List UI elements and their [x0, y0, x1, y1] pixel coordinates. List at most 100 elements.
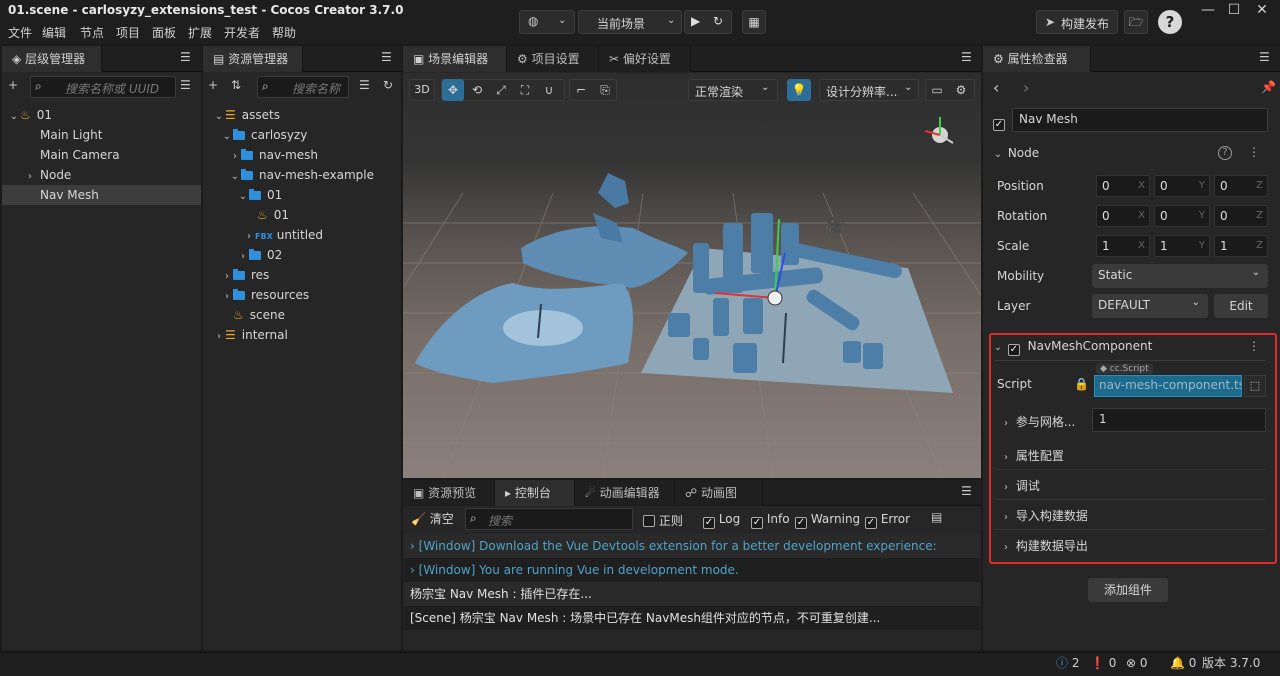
scale-x-input[interactable]: 1X — [1096, 235, 1150, 257]
play-icon[interactable]: ▶ — [691, 14, 700, 28]
assets-search-input[interactable]: ⌕ 搜索名称 — [257, 76, 349, 98]
move-tool-icon[interactable]: ✥ — [442, 79, 464, 101]
add-component-button[interactable]: 添加组件 — [1088, 578, 1168, 602]
scene-viewport[interactable]: 🎥 3D ✥ ⟲ ⤢ ⛶ ∪ ⌐ ⎘ 正常渲染 ⌄ 💡 设计分辨率... ⌄ ▭… — [403, 73, 981, 478]
scale-z-input[interactable]: 1Z — [1214, 235, 1268, 257]
console-line[interactable]: › [Window] Download the Vue Devtools ext… — [404, 534, 980, 558]
log-checkbox[interactable]: ✓ Log — [703, 512, 740, 529]
tree-item[interactable]: › resources — [221, 285, 309, 305]
console-search-input[interactable]: ⌕ 搜索 — [465, 508, 633, 530]
console-line[interactable]: [Scene] 杨宗宝 Nav Mesh : 场景中已存在 NavMesh组件对… — [404, 606, 980, 630]
position-y-input[interactable]: 0Y — [1154, 175, 1210, 197]
status-error[interactable]: ⊗ 0 — [1126, 654, 1148, 676]
minimize-icon[interactable]: — — [1198, 2, 1218, 18]
magnet-icon[interactable]: ∪ — [538, 79, 560, 101]
param-input[interactable]: 1 — [1092, 408, 1266, 432]
render-mode-select[interactable]: 正常渲染 ⌄ — [688, 79, 778, 101]
tab-animation-graph[interactable]: ☍ 动画图 — [675, 480, 763, 506]
help-icon[interactable]: ? — [1218, 146, 1232, 160]
tab-console[interactable]: ▸ 控制台 — [495, 480, 575, 506]
menu-edit[interactable]: 编辑 — [42, 24, 66, 41]
tree-item[interactable]: › nav-mesh — [229, 145, 318, 165]
menu-file[interactable]: 文件 — [8, 24, 32, 41]
close-icon[interactable]: ✕ — [1252, 2, 1272, 18]
rotation-y-input[interactable]: 0Y — [1154, 205, 1210, 227]
info-checkbox[interactable]: ✓ Info — [751, 512, 790, 529]
tree-item[interactable]: Main Light — [2, 125, 201, 145]
build-publish-button[interactable]: ➤ 构建发布 — [1036, 10, 1118, 34]
document-icon[interactable]: ▤ — [931, 510, 942, 524]
menu-panel[interactable]: 面板 — [152, 24, 176, 41]
status-notification[interactable]: 🔔 0 — [1170, 654, 1196, 676]
tab-project-settings[interactable]: ⚙ 项目设置 — [507, 46, 599, 72]
tree-item[interactable]: › FBX untitled — [243, 225, 323, 245]
tab-preferences[interactable]: ✂ 偏好设置 — [599, 46, 691, 72]
rotate-tool-icon[interactable]: ⟲ — [466, 79, 488, 101]
tab-hierarchy[interactable]: ◈ 层级管理器 — [2, 46, 102, 72]
tree-item[interactable]: ⌄ carlosyzy — [221, 125, 308, 145]
menu-help[interactable]: 帮助 — [272, 24, 296, 41]
tab-assets[interactable]: ▤ 资源管理器 — [203, 46, 303, 72]
toggle-3d-button[interactable]: 3D — [409, 79, 435, 101]
tab-animation-editor[interactable]: ☄ 动画编辑器 — [575, 480, 675, 506]
console-line[interactable]: › [Window] You are running Vue in develo… — [404, 558, 980, 582]
tree-item[interactable]: ⌄ nav-mesh-example — [229, 165, 374, 185]
tree-item[interactable]: › 02 — [237, 245, 282, 265]
warning-checkbox[interactable]: ✓ Warning — [795, 512, 860, 529]
layer-edit-button[interactable]: Edit — [1214, 294, 1268, 318]
forward-arrow-icon[interactable]: › — [1023, 78, 1029, 97]
pick-script-icon[interactable]: ⬚ — [1244, 375, 1266, 397]
tree-item[interactable]: ⌄ ☰ assets — [213, 105, 280, 125]
menu-extension[interactable]: 扩展 — [188, 24, 212, 41]
tree-item[interactable]: ♨ scene — [233, 305, 285, 325]
tree-item[interactable]: › Node — [2, 165, 201, 185]
help-icon[interactable]: ? — [1158, 10, 1182, 34]
position-z-input[interactable]: 0Z — [1214, 175, 1268, 197]
platform-select[interactable]: ◍ ⌄ — [519, 10, 575, 34]
tree-item-selected[interactable]: Nav Mesh — [2, 185, 201, 205]
scene-select[interactable]: 当前场景 ⌄ — [578, 10, 682, 34]
rotation-x-input[interactable]: 0X — [1096, 205, 1150, 227]
refresh-icon[interactable]: ↻ — [383, 78, 393, 92]
more-vertical-icon[interactable]: ⋮ — [1248, 145, 1260, 159]
tree-item[interactable]: › ☰ internal — [213, 325, 288, 345]
list-icon[interactable]: ☰ — [180, 78, 191, 92]
add-icon[interactable]: + — [208, 78, 218, 92]
menu-icon[interactable]: ☰ — [961, 50, 972, 64]
pivot-icon[interactable]: ⌐ — [570, 79, 592, 101]
list-icon[interactable]: ☰ — [359, 78, 370, 92]
hierarchy-search-input[interactable]: ⌕ 搜索名称或 UUID — [30, 76, 176, 98]
console-line[interactable]: 杨宗宝 Nav Mesh : 插件已存在... — [404, 582, 980, 606]
script-field[interactable]: nav-mesh-component.ts — [1094, 375, 1242, 397]
mobility-select[interactable]: Static ⌄ — [1092, 264, 1268, 288]
error-checkbox[interactable]: ✓ Error — [865, 512, 910, 529]
status-warning[interactable]: ❗ 0 — [1090, 654, 1116, 676]
more-vertical-icon[interactable]: ⋮ — [1248, 339, 1260, 353]
section-debug[interactable]: › 调试 — [1000, 477, 1040, 494]
tree-item[interactable]: ⌄ 01 — [237, 185, 282, 205]
regex-checkbox[interactable]: 正则 — [643, 512, 683, 529]
resolution-select[interactable]: 设计分辨率... ⌄ — [819, 79, 919, 101]
pin-icon[interactable]: 📌 — [1261, 80, 1276, 94]
node-section-header[interactable]: ⌄ Node — [992, 146, 1039, 160]
folder-open-icon[interactable]: 🗁 — [1124, 10, 1148, 34]
tree-item[interactable]: ⌄ ♨ 01 — [2, 105, 201, 125]
rotation-z-input[interactable]: 0Z — [1214, 205, 1268, 227]
qr-code-icon[interactable]: ▦ — [742, 10, 766, 34]
back-arrow-icon[interactable]: ‹ — [993, 78, 999, 97]
component-header[interactable]: ⌄ ✓ NavMeshComponent — [992, 339, 1152, 356]
layer-select[interactable]: DEFAULT ⌄ — [1092, 294, 1208, 318]
local-global-icon[interactable]: ⎘ — [594, 79, 616, 101]
section-export-build-data[interactable]: › 构建数据导出 — [1000, 537, 1088, 554]
section-property-config[interactable]: › 属性配置 — [1000, 447, 1064, 464]
menu-project[interactable]: 项目 — [116, 24, 140, 41]
param-row[interactable]: › 参与网格... — [1000, 413, 1075, 430]
menu-developer[interactable]: 开发者 — [224, 24, 260, 41]
menu-icon[interactable]: ☰ — [180, 50, 191, 64]
menu-icon[interactable]: ☰ — [1259, 50, 1270, 64]
section-import-build-data[interactable]: › 导入构建数据 — [1000, 507, 1088, 524]
sort-icon[interactable]: ⇅ — [231, 78, 241, 92]
node-name-input[interactable]: Nav Mesh — [1012, 108, 1268, 132]
scale-y-input[interactable]: 1Y — [1154, 235, 1210, 257]
status-info[interactable]: ⓘ 2 — [1056, 654, 1079, 676]
